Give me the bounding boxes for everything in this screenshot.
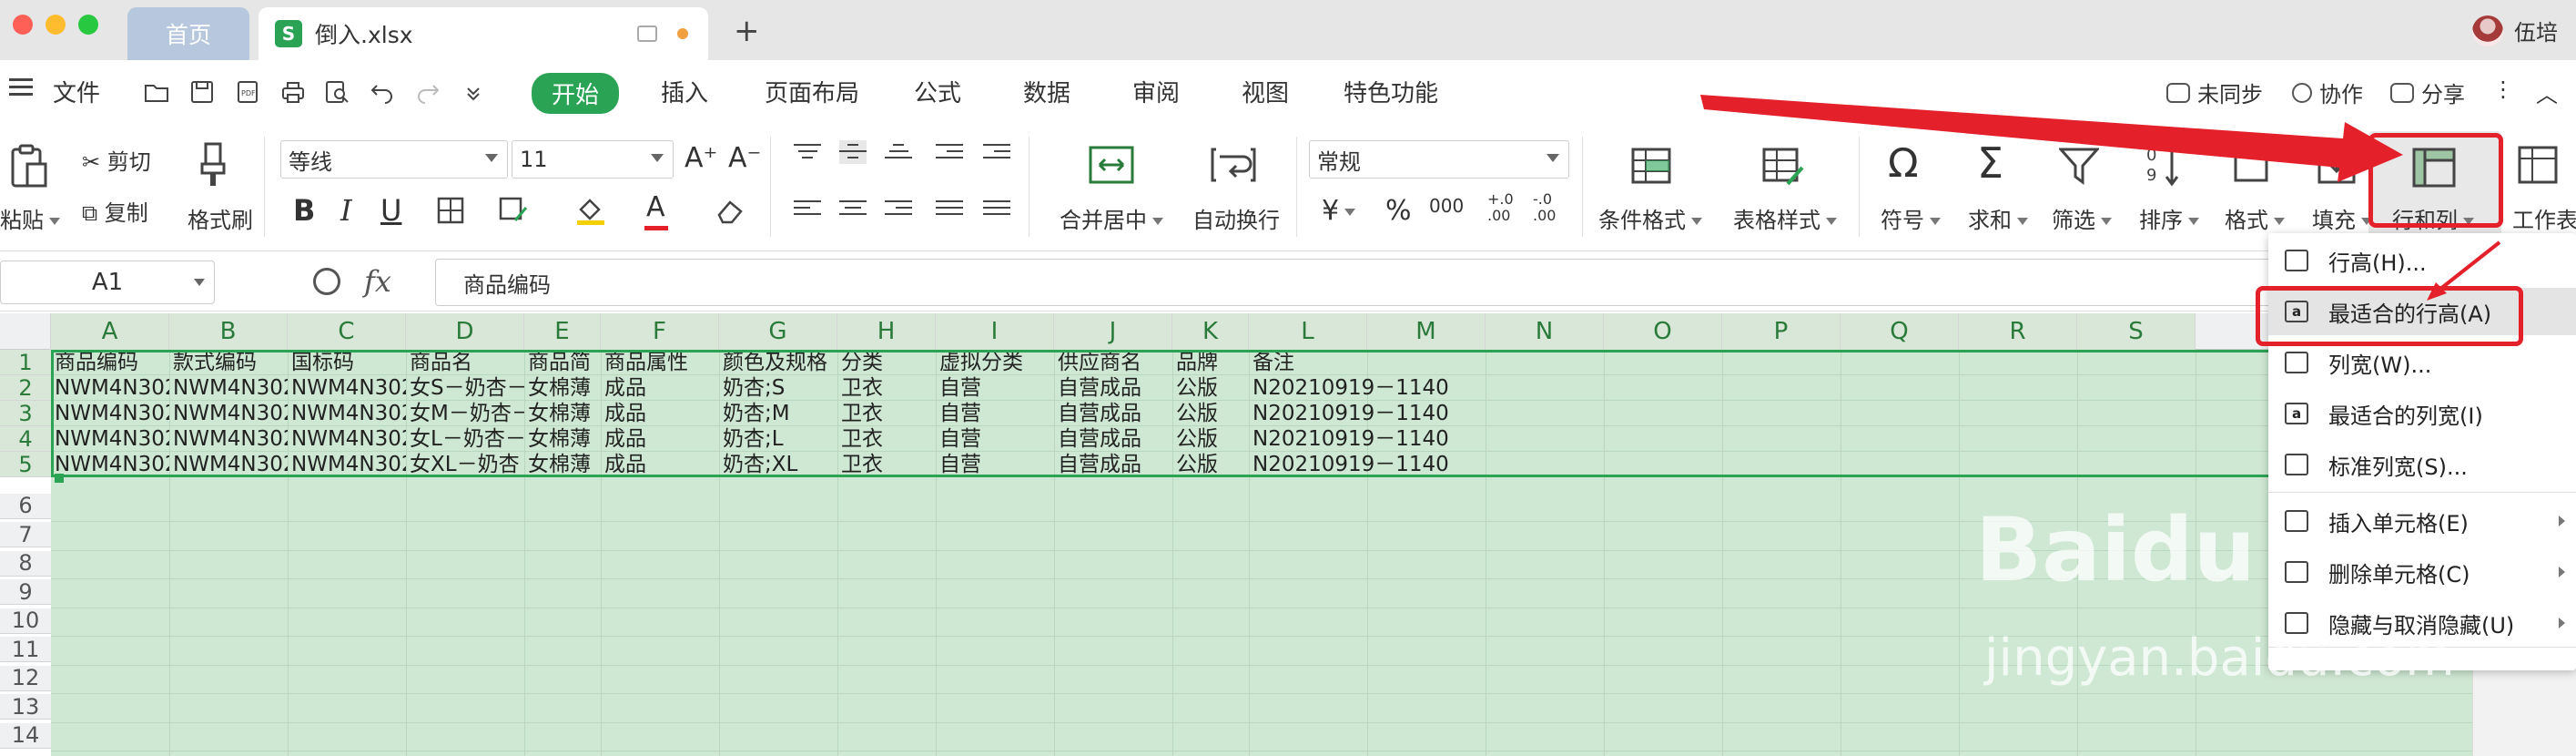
- red-arrow-long: [1700, 95, 2403, 182]
- red-arrow-short: [2438, 240, 2501, 291]
- highlight-row-column: [2368, 133, 2503, 228]
- baidu-url-watermark: jingyan.baidu.com: [1984, 628, 2455, 688]
- baidu-watermark: Baidu: [1975, 499, 2256, 601]
- highlight-autofit-row: [2256, 286, 2523, 346]
